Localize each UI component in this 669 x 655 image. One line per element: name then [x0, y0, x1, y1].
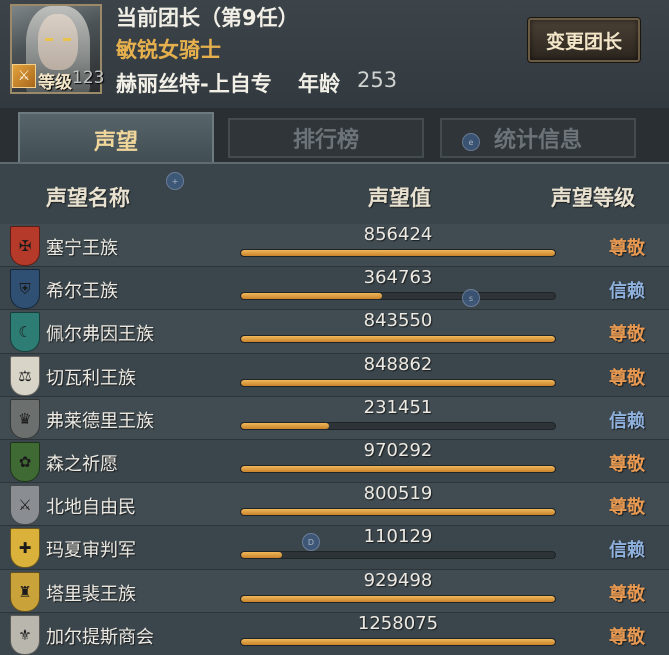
- sword-icon: ⚔: [12, 64, 36, 88]
- reputation-progress-bar: [240, 594, 556, 603]
- faction-name: 弗莱德里王族: [46, 410, 154, 432]
- faction-name: 加尔提斯商会: [46, 626, 154, 648]
- portrait-eye-right: [63, 38, 71, 41]
- reputation-row[interactable]: ♜ 塔里裴王族 929498 尊敬: [0, 569, 669, 613]
- reputation-progress-fill: [241, 250, 555, 256]
- faction-name: 森之祈愿: [46, 453, 118, 475]
- reputation-progress-bar: [240, 551, 556, 560]
- faction-name: 塔里裴王族: [46, 583, 136, 605]
- reputation-value: 856424: [363, 224, 433, 245]
- faction-emblem-icon: ⛨: [10, 269, 40, 310]
- overlay-marker: s: [462, 289, 480, 307]
- reputation-level: 信赖: [609, 410, 645, 432]
- reputation-row[interactable]: ✠ 塞宁王族 856424 尊敬: [0, 224, 669, 268]
- reputation-value: 929498: [363, 569, 433, 591]
- reputation-level: 尊敬: [609, 324, 645, 346]
- leader-title: 当前团长（第9任）: [116, 6, 299, 30]
- reputation-value: 231451: [363, 396, 433, 418]
- reputation-level: 尊敬: [609, 367, 645, 389]
- reputation-value: 1258075: [357, 612, 439, 634]
- reputation-progress-bar: [240, 508, 556, 517]
- reputation-level: 尊敬: [609, 626, 645, 648]
- overlay-marker: D: [302, 533, 320, 551]
- reputation-level: 尊敬: [609, 453, 645, 475]
- reputation-value: 800519: [363, 483, 433, 505]
- reputation-progress-fill: [241, 465, 555, 472]
- tab-reputation[interactable]: 声望: [18, 112, 214, 166]
- reputation-progress-bar: [240, 464, 556, 473]
- reputation-value: 848862: [363, 353, 433, 375]
- faction-emblem-icon: ✿: [10, 441, 40, 482]
- reputation-level: 信赖: [609, 281, 645, 303]
- reputation-row[interactable]: ⚔ 北地自由民 800519 尊敬: [0, 483, 669, 527]
- reputation-row[interactable]: ☾ 佩尔弗因王族 843550 尊敬: [0, 310, 669, 354]
- tab-leaderboard[interactable]: 排行榜: [228, 118, 424, 158]
- reputation-progress-bar: [240, 421, 556, 430]
- cursor-marker: +: [166, 172, 184, 190]
- reputation-level: 信赖: [609, 540, 645, 562]
- faction-emblem-icon: ☾: [10, 312, 40, 353]
- reputation-row[interactable]: ✚ 玛夏审判军 110129 信赖: [0, 526, 669, 570]
- faction-emblem-icon: ✠: [10, 226, 40, 266]
- reputation-level: 尊敬: [609, 583, 645, 605]
- leader-header: ⚔ 等级 123 当前团长（第9任） 敏锐女骑士 赫丽丝特-上自专 年龄 253…: [0, 0, 669, 108]
- reputation-value: 843550: [363, 310, 433, 332]
- column-header-level: 声望等级: [551, 186, 635, 210]
- faction-name: 北地自由民: [46, 497, 136, 519]
- reputation-progress-fill: [241, 336, 555, 343]
- leader-class: 敏锐女骑士: [116, 38, 221, 62]
- reputation-progress-fill: [241, 552, 282, 559]
- reputation-progress-bar: [240, 378, 556, 387]
- portrait-eye-left: [45, 38, 53, 41]
- faction-name: 塞宁王族: [46, 238, 118, 259]
- reputation-value: 970292: [363, 439, 433, 461]
- reputation-row[interactable]: ♛ 弗莱德里王族 231451 信赖: [0, 396, 669, 440]
- reputation-progress-fill: [241, 595, 555, 602]
- reputation-progress-fill: [241, 509, 555, 516]
- reputation-panel: 声望名称 声望值 声望等级 + ✠ 塞宁王族 856424 尊敬 ⛨ 希尔王族 364763…: [0, 133, 669, 655]
- reputation-progress-bar: [240, 637, 556, 646]
- reputation-progress-fill: [241, 379, 555, 386]
- reputation-level: 尊敬: [609, 497, 645, 519]
- faction-name: 佩尔弗因王族: [46, 324, 154, 346]
- faction-emblem-icon: ⚜: [10, 614, 40, 655]
- level-badge: ⚔ 等级 123: [10, 62, 105, 93]
- column-header-value: 声望值: [368, 186, 431, 210]
- reputation-list: ✠ 塞宁王族 856424 尊敬 ⛨ 希尔王族 364763 信赖 ☾ 佩尔弗因王族 843550 尊…: [0, 224, 669, 655]
- reputation-row[interactable]: ⚜ 加尔提斯商会 1258075 尊敬: [0, 612, 669, 655]
- faction-name: 切瓦利王族: [46, 367, 136, 389]
- level-label: 等级: [38, 73, 72, 93]
- reputation-progress-fill: [241, 293, 383, 300]
- reputation-progress-bar: [240, 249, 556, 257]
- reputation-level: 尊敬: [609, 238, 645, 259]
- reputation-value: 364763: [363, 267, 433, 289]
- age-value: 253: [357, 68, 398, 92]
- reputation-progress-fill: [241, 638, 555, 645]
- reputation-progress-bar: [240, 292, 556, 301]
- reputation-progress-bar: [240, 335, 556, 344]
- faction-emblem-icon: ♛: [10, 398, 40, 439]
- faction-emblem-icon: ⚔: [10, 485, 40, 526]
- reputation-progress-fill: [241, 422, 329, 429]
- leader-name: 赫丽丝特-上自专: [116, 72, 272, 96]
- reputation-row[interactable]: ⚖ 切瓦利王族 848862 尊敬: [0, 353, 669, 397]
- faction-emblem-icon: ✚: [10, 528, 40, 569]
- change-leader-button[interactable]: 变更团长: [528, 18, 640, 62]
- tab-bar: 声望 排行榜 统计信息: [0, 108, 669, 166]
- reputation-row[interactable]: ⛨ 希尔王族 364763 信赖: [0, 267, 669, 311]
- faction-name: 玛夏审判军: [46, 540, 136, 562]
- reputation-value: 110129: [363, 526, 433, 548]
- column-header-name: 声望名称: [46, 186, 130, 210]
- age-label: 年龄: [298, 72, 340, 96]
- reputation-row[interactable]: ✿ 森之祈愿 970292 尊敬: [0, 439, 669, 484]
- faction-emblem-icon: ♜: [10, 571, 40, 612]
- faction-name: 希尔王族: [46, 281, 118, 303]
- faction-emblem-icon: ⚖: [10, 355, 40, 396]
- overlay-marker: e: [462, 133, 480, 151]
- level-value: 123: [72, 68, 105, 88]
